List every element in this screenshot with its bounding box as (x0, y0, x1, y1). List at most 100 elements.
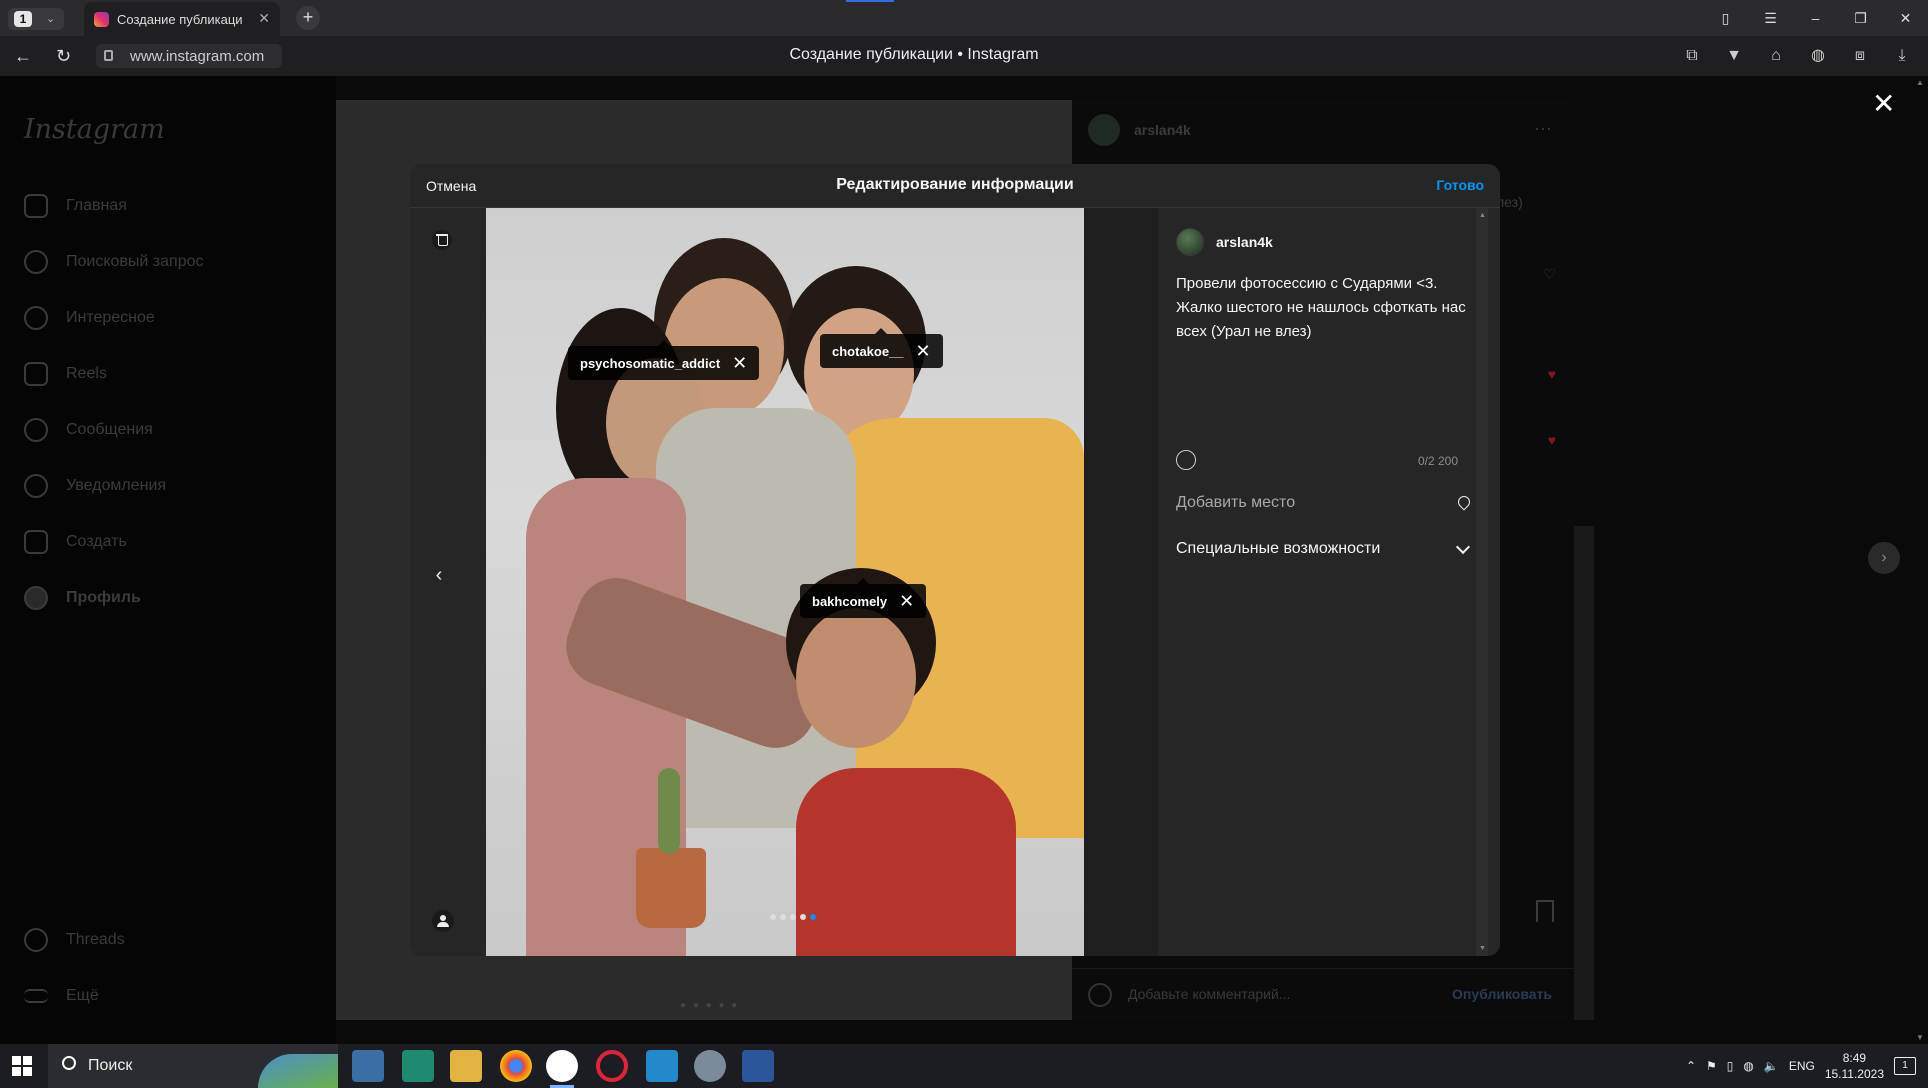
translate-icon[interactable]: ⌂ (1764, 44, 1788, 68)
reels-icon (24, 362, 48, 386)
cancel-button[interactable]: Отмена (426, 178, 476, 194)
user-tag-label: psychosomatic_addict (580, 355, 721, 371)
download-icon[interactable]: ⤓ (1890, 44, 1914, 68)
sidebar-item-search[interactable]: Поисковый запрос (24, 246, 204, 278)
search-icon (24, 250, 48, 274)
paint-app-icon[interactable] (694, 1050, 726, 1082)
window-controls: ▯ ☰ – ❐ ✕ (1703, 0, 1928, 36)
remove-tag-icon[interactable]: ✕ (732, 354, 747, 372)
volume-icon[interactable]: 🔈 (1764, 1059, 1779, 1073)
browser-tab[interactable]: Создание публикаци ✕ (84, 2, 280, 36)
file-explorer-icon[interactable] (450, 1050, 482, 1082)
flag-icon[interactable]: ⚑ (1706, 1059, 1717, 1073)
menu-icon (24, 989, 48, 1003)
carousel-dot (770, 914, 776, 920)
tab-counter-button[interactable]: 1 ⌄ (8, 8, 64, 30)
opera-icon[interactable] (596, 1050, 628, 1082)
sidebar-item-profile[interactable]: Профиль (24, 582, 141, 614)
word-icon[interactable] (742, 1050, 774, 1082)
sidebar-item-more[interactable]: Ещё (24, 980, 99, 1012)
chevron-down-icon: ⌄ (46, 13, 56, 25)
address-bar: ← ↻ www.instagram.com Создание публикаци… (0, 36, 1928, 76)
sidebar-item-notifications[interactable]: Уведомления (24, 470, 166, 502)
lock-icon (104, 50, 113, 61)
sidebar-item-create[interactable]: Создать (24, 526, 127, 558)
reload-icon[interactable]: ↻ (56, 46, 71, 67)
page-scrollbar[interactable]: ▲ ▼ (1912, 76, 1928, 1044)
url-field[interactable]: www.instagram.com (96, 44, 282, 68)
clock[interactable]: 8:49 15.11.2023 (1825, 1050, 1884, 1082)
windows-start-icon[interactable] (12, 1056, 32, 1076)
carousel-dot (790, 914, 796, 920)
notifications-icon[interactable]: 1 (1894, 1057, 1916, 1075)
chevron-left-icon[interactable]: ‹ (424, 560, 454, 590)
add-location-field[interactable]: Добавить место (1176, 493, 1473, 518)
menu-icon[interactable]: ☰ (1748, 0, 1793, 36)
close-window-button[interactable]: ✕ (1883, 0, 1928, 36)
chevron-right-icon[interactable]: › (1868, 542, 1900, 574)
user-tag[interactable]: chotakoe__ ✕ (820, 328, 943, 368)
tab-close-icon[interactable]: ✕ (258, 10, 270, 27)
user-tag-label: chotakoe__ (832, 343, 904, 359)
yandex-browser-icon[interactable] (546, 1050, 578, 1088)
sidebar-item-explore[interactable]: Интересное (24, 302, 155, 334)
red-jacket (796, 768, 1016, 956)
publish-button: Опубликовать (1452, 986, 1552, 1002)
instagram-favicon-icon (94, 12, 109, 27)
avatar (24, 586, 48, 610)
done-button[interactable]: Готово (1436, 177, 1484, 193)
terminal-app-icon[interactable] (402, 1050, 434, 1082)
caption-scrollbar[interactable]: ▲ ▼ (1476, 208, 1488, 956)
emoji-icon[interactable] (1176, 450, 1196, 470)
tag-people-icon[interactable] (432, 910, 454, 932)
chevron-up-icon[interactable]: ⌃ (1686, 1059, 1696, 1073)
tab-count: 1 (14, 11, 32, 27)
close-icon[interactable]: ✕ (1872, 90, 1895, 118)
remove-tag-icon[interactable]: ✕ (899, 592, 914, 610)
heart-icon: ♡ (1543, 266, 1556, 282)
sidebar-item-home[interactable]: Главная (24, 190, 127, 222)
sidebar-item-label: Создать (66, 533, 127, 550)
sidebar-item-label: Поисковый запрос (66, 253, 204, 270)
scroll-up-icon[interactable]: ▲ (1479, 212, 1486, 219)
battery-icon[interactable]: ▯ (1727, 1059, 1734, 1073)
accessibility-label: Специальные возможности (1176, 540, 1381, 557)
bookmark-icon[interactable]: ▼ (1722, 44, 1746, 68)
tab-title: Создание публикаци (117, 12, 243, 27)
clock-date: 15.11.2023 (1824, 1067, 1884, 1081)
back-arrow-icon[interactable]: ← (14, 46, 32, 67)
caption-textarea[interactable]: Провели фотосессию с Сударями <3. Жалко … (1176, 272, 1470, 344)
caption-user: arslan4k (1176, 228, 1273, 256)
remove-tag-icon[interactable]: ✕ (916, 342, 931, 360)
sidebar-item-reels[interactable]: Reels (24, 358, 107, 390)
post-photo[interactable]: psychosomatic_addict ✕ chotakoe__ ✕ bakh… (486, 208, 1084, 956)
caption-username: arslan4k (1216, 234, 1273, 250)
accessibility-section[interactable]: Специальные возможности (1176, 539, 1471, 564)
chrome-icon[interactable] (500, 1050, 532, 1082)
sidebar-item-messages[interactable]: Сообщения (24, 414, 153, 446)
scroll-up-icon[interactable]: ▲ (1916, 78, 1924, 87)
windows-taskbar: Поиск ⌃ ⚑ ▯ ◍ 🔈 ENG 8:49 15.11.2023 1 (0, 1044, 1928, 1088)
restore-button[interactable]: ❐ (1838, 0, 1883, 36)
user-tag[interactable]: bakhcomely ✕ (800, 578, 927, 618)
trash-icon[interactable] (432, 230, 452, 250)
extensions-icon[interactable]: ⧈ (1848, 44, 1872, 68)
scroll-down-icon[interactable]: ▼ (1916, 1033, 1924, 1042)
copy-icon[interactable]: ⧉ (1680, 44, 1704, 68)
taskbar-search[interactable]: Поиск (48, 1044, 338, 1088)
language-indicator[interactable]: ENG (1789, 1059, 1815, 1073)
globe-icon[interactable]: ◍ (1806, 44, 1830, 68)
sidebar-item-threads[interactable]: Threads (24, 924, 125, 956)
bookmarks-panel-icon[interactable]: ▯ (1703, 0, 1748, 36)
instagram-logo[interactable]: Instagram (24, 114, 165, 145)
network-icon[interactable]: ◍ (1743, 1059, 1753, 1073)
sidebar: Instagram Главная Поисковый запрос Интер… (0, 76, 336, 1044)
vscode-icon[interactable] (646, 1050, 678, 1082)
new-tab-button[interactable]: + (296, 6, 320, 30)
calculator-icon[interactable] (352, 1050, 384, 1082)
clock-time: 8:49 (1842, 1051, 1867, 1065)
user-tag[interactable]: psychosomatic_addict ✕ (568, 340, 760, 380)
edit-info-dialog: Редактирование информации Отмена Готово … (410, 164, 1500, 956)
scroll-down-icon[interactable]: ▼ (1479, 945, 1486, 952)
minimize-button[interactable]: – (1793, 0, 1838, 36)
